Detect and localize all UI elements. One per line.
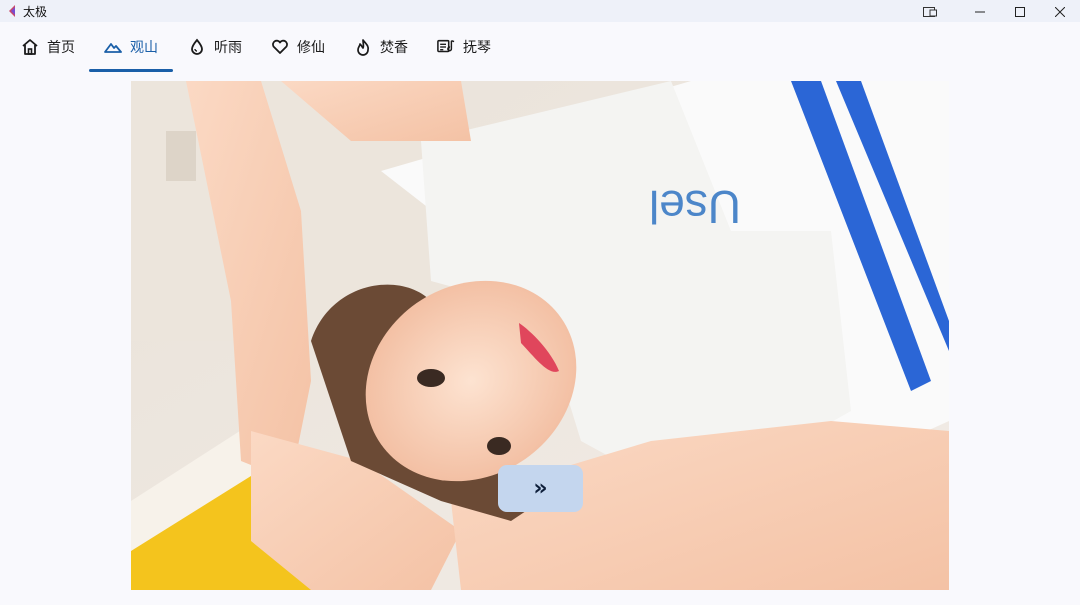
nav-bar: 首页 观山 听雨 修仙 焚香 抚琴 (0, 22, 1080, 76)
close-button[interactable] (1040, 0, 1080, 22)
window-title: 太极 (23, 4, 48, 19)
tab-rain[interactable]: 听雨 (188, 22, 242, 72)
active-tab-indicator (89, 69, 173, 72)
home-icon (21, 38, 39, 56)
raindrop-icon (188, 38, 206, 56)
tab-rain-label: 听雨 (214, 40, 242, 56)
app-logo-icon (7, 5, 19, 17)
next-label: » (533, 476, 548, 501)
maximize-icon (1015, 2, 1025, 21)
tab-home-label: 首页 (47, 40, 75, 56)
tab-mountain-label: 观山 (130, 40, 158, 56)
shirt-print: Usel (649, 181, 741, 233)
close-icon (1054, 2, 1066, 21)
tab-cultivate[interactable]: 修仙 (271, 22, 325, 72)
tab-cultivate-label: 修仙 (297, 40, 325, 56)
minimize-button[interactable] (960, 0, 1000, 22)
tab-home[interactable]: 首页 (21, 22, 75, 72)
next-image-button[interactable]: » (498, 465, 583, 512)
mountain-icon (104, 38, 122, 56)
title-bar: 太极 (0, 0, 1080, 22)
cast-button[interactable] (910, 0, 950, 22)
tab-incense[interactable]: 焚香 (354, 22, 408, 72)
tab-mountain[interactable]: 观山 (104, 22, 158, 72)
flame-icon (354, 38, 372, 56)
tab-guqin-label: 抚琴 (463, 40, 491, 56)
maximize-button[interactable] (1000, 0, 1040, 22)
tab-incense-label: 焚香 (380, 40, 408, 56)
cast-icon (923, 2, 937, 21)
music-note-icon (437, 38, 455, 56)
tab-guqin[interactable]: 抚琴 (437, 22, 491, 72)
photo-display: Usel (131, 81, 949, 590)
minimize-icon (975, 2, 985, 21)
window-controls (910, 0, 1080, 22)
heart-icon (271, 38, 289, 56)
